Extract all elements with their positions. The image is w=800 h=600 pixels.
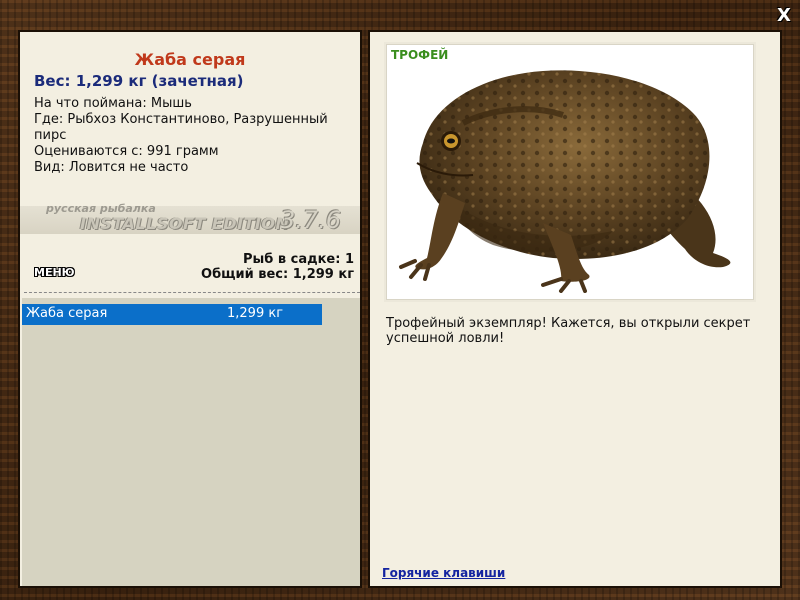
toad-image bbox=[399, 70, 731, 293]
fish-title: Жаба серая bbox=[134, 50, 246, 69]
fish-weight: Вес: 1,299 кг (зачетная) bbox=[34, 72, 244, 90]
close-button[interactable]: X bbox=[774, 6, 794, 26]
keepnet-total-weight: Общий вес: 1,299 кг bbox=[201, 267, 354, 282]
menu-button[interactable]: МЕНЮ bbox=[34, 266, 75, 279]
keepnet-list bbox=[22, 298, 360, 586]
trophy-photo: ТРОФЕЙ bbox=[386, 44, 754, 300]
logo-edition: INSTALLSOFT EDITION bbox=[80, 214, 290, 233]
valuation-info: Оцениваются с: 991 грамм bbox=[34, 144, 219, 159]
hotkeys-link[interactable]: Горячие клавиши bbox=[382, 566, 505, 580]
rarity-info: Вид: Ловится не часто bbox=[34, 160, 189, 175]
location-info: Где: Рыбхоз Константиново, Разрушенный п… bbox=[34, 112, 328, 143]
divider bbox=[24, 292, 360, 293]
list-item-weight: 1,299 кг bbox=[227, 306, 284, 321]
fish-info-panel: Жаба серая Вес: 1,299 кг (зачетная) На ч… bbox=[18, 30, 362, 588]
trophy-description: Трофейный экземпляр! Кажется, вы открыли… bbox=[386, 316, 751, 346]
logo-version: 3.7.6 bbox=[280, 206, 342, 234]
keepnet-count: Рыб в садке: 1 bbox=[242, 252, 354, 267]
bait-info: На что поймана: Мышь bbox=[34, 96, 192, 111]
list-item-name: Жаба серая bbox=[26, 306, 108, 321]
list-item[interactable]: Жаба серая 1,299 кг bbox=[22, 304, 322, 325]
trophy-panel: ТРОФЕЙ Трофейный экземпляр! Кажется, вы … bbox=[368, 30, 782, 588]
